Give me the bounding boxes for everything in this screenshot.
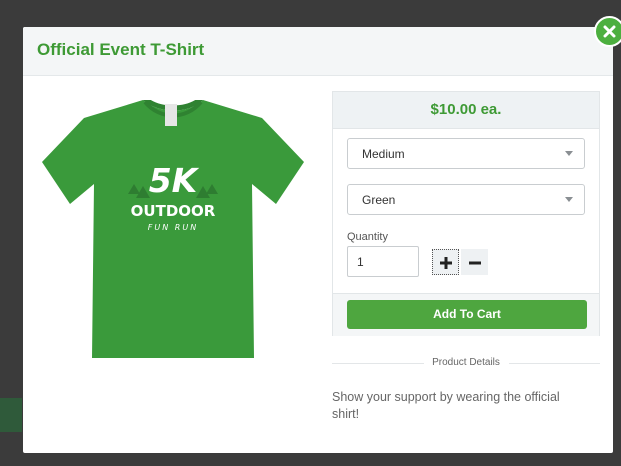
cart-bar: Add To Cart (333, 293, 599, 336)
price-label: $10.00 ea. (430, 101, 502, 118)
chevron-down-icon (565, 197, 573, 202)
close-icon (603, 25, 616, 38)
minus-icon (469, 261, 481, 265)
shirt-text-outdoor: OUTDOOR (131, 202, 216, 220)
color-select-value: Green (362, 193, 396, 207)
quantity-input[interactable] (347, 246, 419, 277)
product-image-tshirt: 5K OUTDOOR FUN RUN (42, 100, 304, 358)
shirt-text-5k: 5K (149, 161, 200, 200)
add-to-cart-button[interactable]: Add To Cart (347, 300, 587, 329)
size-select[interactable]: Medium (347, 138, 585, 169)
color-select[interactable]: Green (347, 184, 585, 215)
chevron-down-icon (565, 151, 573, 156)
modal-title: Official Event T-Shirt (37, 40, 205, 59)
close-button[interactable] (594, 16, 621, 47)
quantity-decrease-button[interactable] (461, 249, 488, 275)
size-select-value: Medium (362, 147, 405, 161)
backdrop-page-fragment (0, 398, 22, 432)
shirt-text-fun-run: FUN RUN (148, 223, 198, 232)
quantity-increase-button[interactable] (432, 249, 459, 275)
product-description: Show your support by wearing the officia… (332, 390, 560, 421)
purchase-panel: $10.00 ea. Medium Green Quantity Add To … (332, 91, 600, 336)
modal-header: Official Event T-Shirt (23, 27, 613, 76)
quantity-label: Quantity (347, 231, 388, 243)
price-bar: $10.00 ea. (333, 92, 599, 129)
product-details-heading: Product Details (432, 357, 500, 368)
plus-icon (440, 257, 452, 269)
product-modal: Official Event T-Shirt 5K OUTDOOR FUN RU… (23, 27, 613, 453)
